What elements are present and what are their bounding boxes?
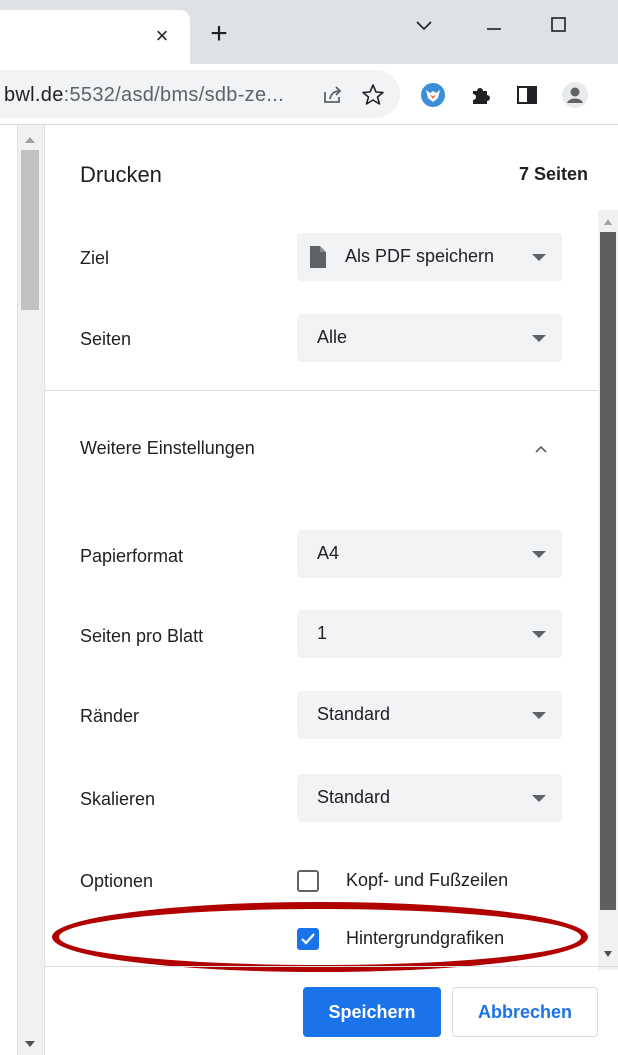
footer-divider	[45, 966, 618, 967]
dialog-scroll-down-icon[interactable]	[603, 946, 613, 964]
page-scrollbar-thumb[interactable]	[21, 150, 39, 310]
options-label: Optionen	[80, 871, 154, 891]
headers-footers-checkbox[interactable]	[297, 870, 319, 892]
margins-value: Standard	[317, 704, 391, 724]
scale-value: Standard	[317, 787, 391, 807]
chevron-down-icon	[532, 631, 546, 638]
extension-fox-icon[interactable]	[418, 80, 448, 110]
side-panel-icon[interactable]	[512, 80, 542, 110]
pages-label: Seiten	[80, 329, 132, 349]
paper-size-value: A4	[317, 543, 340, 563]
more-settings-toggle[interactable]: Weitere Einstellungen	[80, 438, 255, 459]
url-path: :5532/asd/bms/sdb-ze...	[63, 84, 284, 106]
maximize-icon[interactable]	[535, 8, 583, 44]
tab-close-icon[interactable]: ×	[148, 22, 176, 50]
destination-label: Ziel	[80, 248, 110, 268]
tab-search-icon[interactable]	[400, 8, 448, 44]
chevron-down-icon	[532, 254, 546, 261]
minimize-icon[interactable]	[470, 8, 518, 44]
pages-per-sheet-select[interactable]: 1	[297, 610, 562, 658]
share-icon[interactable]	[318, 80, 348, 110]
scale-label: Skalieren	[80, 789, 156, 809]
destination-select[interactable]: Als PDF speichern	[297, 233, 562, 281]
destination-value: Als PDF speichern	[345, 246, 495, 266]
print-dialog-title: Drucken	[80, 162, 162, 187]
dialog-scrollbar-thumb[interactable]	[600, 232, 616, 910]
document-icon	[309, 245, 327, 274]
paper-size-label: Papierformat	[80, 546, 184, 566]
paper-size-select[interactable]: A4	[297, 530, 562, 578]
divider	[45, 390, 598, 391]
dialog-scroll-up-icon[interactable]	[603, 214, 613, 232]
cancel-button[interactable]: Abbrechen	[452, 987, 598, 1037]
pages-value: Alle	[317, 327, 348, 347]
url-host: bwl.de	[4, 84, 64, 106]
page-count: 7 Seiten	[518, 164, 588, 184]
margins-select[interactable]: Standard	[297, 691, 562, 739]
chevron-up-icon[interactable]	[534, 442, 548, 456]
url-text[interactable]: bwl.de:5532/asd/bms/sdb-ze...	[4, 84, 284, 107]
margins-label: Ränder	[80, 706, 140, 726]
pages-per-sheet-value: 1	[317, 623, 328, 643]
new-tab-button[interactable]: +	[202, 18, 236, 52]
scale-select[interactable]: Standard	[297, 774, 562, 822]
headers-footers-label[interactable]: Kopf- und Fußzeilen	[346, 870, 508, 891]
chevron-down-icon	[532, 795, 546, 802]
chevron-down-icon	[532, 335, 546, 342]
highlight-ellipse	[52, 902, 588, 972]
chevron-down-icon	[532, 712, 546, 719]
bookmark-star-icon[interactable]	[358, 80, 388, 110]
page-scroll-up-icon[interactable]	[24, 132, 36, 150]
extensions-puzzle-icon[interactable]	[466, 80, 496, 110]
pages-select[interactable]: Alle	[297, 314, 562, 362]
pages-per-sheet-label: Seiten pro Blatt	[80, 626, 204, 646]
chevron-down-icon	[532, 551, 546, 558]
page-scroll-down-icon[interactable]	[24, 1036, 36, 1054]
profile-avatar-icon[interactable]	[560, 80, 590, 110]
save-button[interactable]: Speichern	[303, 987, 441, 1037]
